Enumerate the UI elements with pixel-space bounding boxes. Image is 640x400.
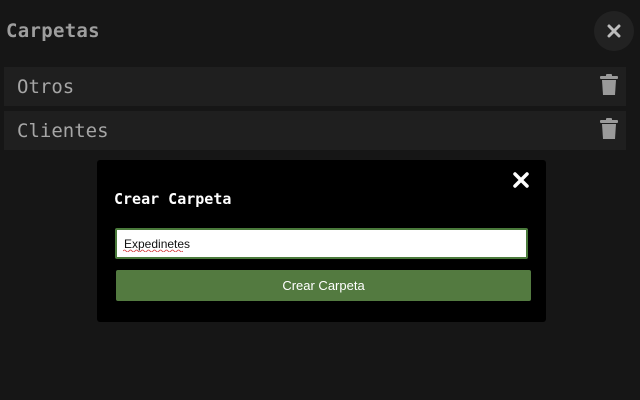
folder-label: Clientes <box>17 119 109 142</box>
spellcheck-underline <box>123 249 183 252</box>
folder-row-clientes[interactable]: Clientes <box>4 111 626 150</box>
close-icon[interactable] <box>511 170 531 190</box>
create-folder-button[interactable]: Crear Carpeta <box>116 270 531 301</box>
trash-icon[interactable] <box>599 118 619 140</box>
modal-title: Crear Carpeta <box>114 190 232 208</box>
folder-name-input[interactable] <box>115 228 528 259</box>
create-folder-modal: Crear Carpeta Crear Carpeta <box>97 160 546 322</box>
trash-icon[interactable] <box>599 74 619 96</box>
folder-row-otros[interactable]: Otros <box>4 67 626 106</box>
panel-close-button[interactable] <box>594 11 634 51</box>
panel-title: Carpetas <box>6 20 100 42</box>
close-icon <box>607 24 621 38</box>
folder-label: Otros <box>17 75 75 98</box>
